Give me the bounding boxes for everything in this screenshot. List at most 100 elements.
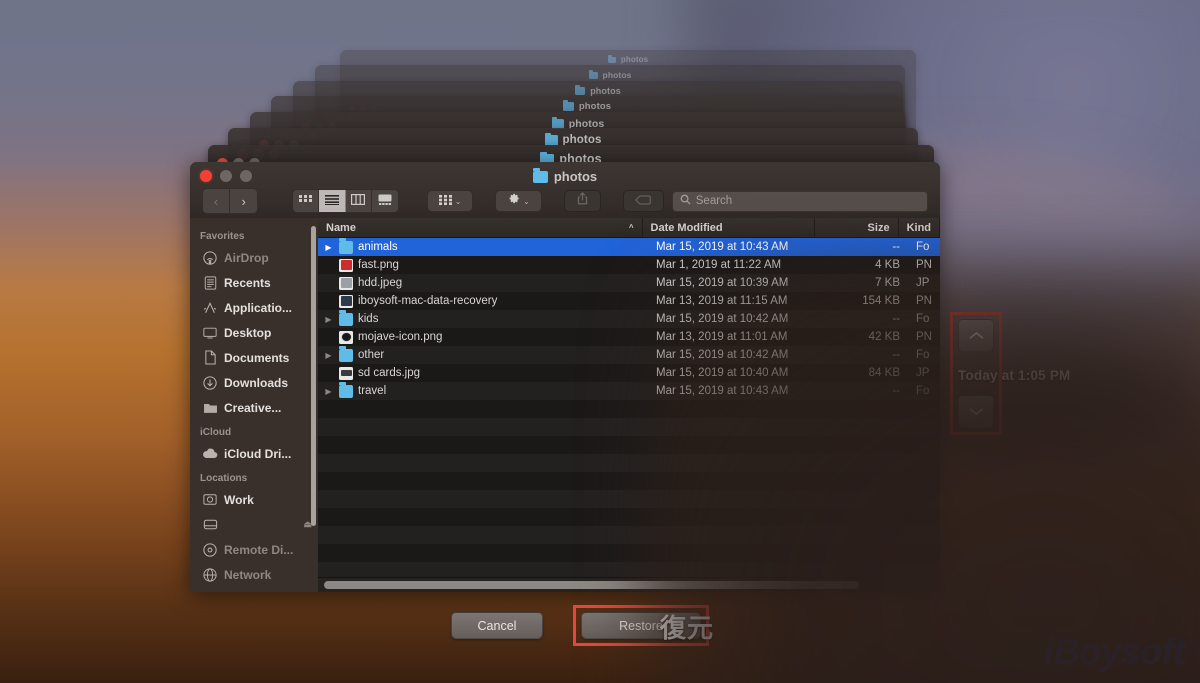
sidebar-item-airdrop[interactable]: AirDrop <box>190 245 318 270</box>
cell-date-modified: Mar 15, 2019 at 10:42 AM <box>648 310 823 328</box>
cell-kind: Fo <box>908 382 940 400</box>
table-row[interactable]: ▶ other Mar 15, 2019 at 10:42 AM -- Fo <box>318 346 940 364</box>
list-view-button[interactable] <box>319 190 345 212</box>
tags-button[interactable] <box>623 190 664 212</box>
table-row[interactable]: hdd.jpeg Mar 15, 2019 at 10:39 AM 7 KB J… <box>318 274 940 292</box>
sidebar-item-label: Creative... <box>224 401 281 415</box>
sidebar-item-remote-disc[interactable]: Remote Di... <box>190 537 318 562</box>
sidebar-item-documents[interactable]: Documents <box>190 345 318 370</box>
stacked-window-title: photos <box>315 70 905 80</box>
table-row[interactable]: ▶ kids Mar 15, 2019 at 10:42 AM -- Fo <box>318 310 940 328</box>
back-button[interactable]: ‹ <box>203 189 230 213</box>
action-menu-button[interactable]: ⌄ <box>495 190 541 212</box>
table-row[interactable]: iboysoft-mac-data-recovery Mar 13, 2019 … <box>318 292 940 310</box>
downloads-icon <box>202 375 218 391</box>
forward-button[interactable]: › <box>230 189 257 213</box>
window-title: photos <box>190 169 940 184</box>
column-header-name[interactable]: Name ^ <box>318 218 643 237</box>
sidebar-item-desktop[interactable]: Desktop <box>190 320 318 345</box>
timemachine-navigation-highlight <box>950 312 1002 435</box>
file-name: fast.png <box>358 259 399 271</box>
empty-row <box>318 454 940 472</box>
stacked-window-title-text: photos <box>603 70 632 80</box>
cell-size: 7 KB <box>823 274 908 292</box>
gallery-view-button[interactable] <box>372 190 398 212</box>
cell-kind: PN <box>908 328 940 346</box>
stacked-window-title: photos <box>271 101 903 112</box>
share-button[interactable] <box>564 190 601 212</box>
timemachine-next-backup-button[interactable] <box>958 395 994 428</box>
sidebar-item-applications[interactable]: Applicatio... <box>190 295 318 320</box>
sidebar-item-label: Recents <box>224 276 271 290</box>
disclosure-triangle-icon[interactable]: ▶ <box>323 351 334 360</box>
airdrop-icon <box>202 250 218 266</box>
chevron-down-icon: ⌄ <box>455 197 462 206</box>
disclosure-triangle-icon[interactable]: ▶ <box>323 315 334 324</box>
share-icon <box>577 192 588 210</box>
timemachine-date-label: Today at 1:05 PM <box>958 368 1070 383</box>
cell-size: 4 KB <box>823 256 908 274</box>
timemachine-previous-backup-button[interactable] <box>958 319 994 352</box>
empty-row <box>318 490 940 508</box>
sidebar-item-work[interactable]: Work <box>190 487 318 512</box>
column-header-date-modified[interactable]: Date Modified <box>643 218 815 237</box>
cell-date-modified: Mar 15, 2019 at 10:43 AM <box>648 238 823 256</box>
stacked-window-title: photos <box>293 86 903 96</box>
sidebar-item-recents[interactable]: Recents <box>190 270 318 295</box>
arrange-button[interactable]: ⌄ <box>427 190 473 212</box>
cell-date-modified: Mar 15, 2019 at 10:42 AM <box>648 346 823 364</box>
folder-icon <box>202 400 218 416</box>
empty-row <box>318 508 940 526</box>
finder-titlebar: photos ‹ › <box>190 162 940 218</box>
restore-button[interactable]: Restore <box>581 612 701 639</box>
horizontal-scrollbar-thumb[interactable] <box>324 581 859 589</box>
table-row[interactable]: fast.png Mar 1, 2019 at 11:22 AM 4 KB PN <box>318 256 940 274</box>
cell-size: 42 KB <box>823 328 908 346</box>
documents-icon <box>202 350 218 366</box>
column-header-size[interactable]: Size <box>815 218 899 237</box>
restore-annotation-japanese: 復元 <box>660 608 714 645</box>
cell-kind: PN <box>908 292 940 310</box>
sidebar-section-locations-header: Locations <box>190 466 318 487</box>
disclosure-triangle-icon[interactable]: ▶ <box>323 387 334 396</box>
disclosure-triangle-icon[interactable]: ▶ <box>323 243 334 252</box>
finder-window[interactable]: photos ‹ › <box>190 162 940 592</box>
cell-name: hdd.jpeg <box>318 274 648 292</box>
cell-kind: Fo <box>908 238 940 256</box>
table-row[interactable]: mojave-icon.png Mar 13, 2019 at 11:01 AM… <box>318 328 940 346</box>
sidebar-section-icloud-header: iCloud <box>190 420 318 441</box>
gallery-view-icon <box>378 192 392 210</box>
sidebar-item-network[interactable]: Network <box>190 562 318 587</box>
cancel-button[interactable]: Cancel <box>451 612 543 639</box>
icon-view-button[interactable] <box>293 190 319 212</box>
screenshot-image-icon <box>339 295 353 308</box>
search-field[interactable]: Search <box>672 191 928 212</box>
search-input[interactable]: Search <box>696 195 732 207</box>
tag-icon <box>635 192 651 210</box>
table-row[interactable]: ▶ animals Mar 15, 2019 at 10:43 AM -- Fo <box>318 238 940 256</box>
sidebar-item-downloads[interactable]: Downloads <box>190 370 318 395</box>
file-name: sd cards.jpg <box>358 367 420 379</box>
horizontal-scrollbar[interactable] <box>318 577 940 592</box>
file-name: other <box>358 349 384 361</box>
column-view-button[interactable] <box>346 190 372 212</box>
sidebar-item-external-drive[interactable]: ⏏ <box>190 512 318 537</box>
cell-size: -- <box>823 238 908 256</box>
table-row[interactable]: ▶ travel Mar 15, 2019 at 10:43 AM -- Fo <box>318 382 940 400</box>
cell-name: fast.png <box>318 256 648 274</box>
sidebar-item-creative[interactable]: Creative... <box>190 395 318 420</box>
cell-date-modified: Mar 15, 2019 at 10:39 AM <box>648 274 823 292</box>
sidebar-item-label: Desktop <box>224 326 271 340</box>
column-header-kind[interactable]: Kind <box>899 218 940 237</box>
sidebar-scrollbar[interactable] <box>311 226 316 526</box>
cell-name: ▶ kids <box>318 310 648 328</box>
empty-row <box>318 544 940 562</box>
cell-date-modified: Mar 15, 2019 at 10:40 AM <box>648 364 823 382</box>
arrange-icon <box>439 192 452 210</box>
gear-icon <box>507 192 520 210</box>
sidebar-item-icloud-drive[interactable]: iCloud Dri... <box>190 441 318 466</box>
finder-toolbar: ‹ › <box>190 186 940 216</box>
empty-row <box>318 418 940 436</box>
table-row[interactable]: sd cards.jpg Mar 15, 2019 at 10:40 AM 84… <box>318 364 940 382</box>
cell-name: sd cards.jpg <box>318 364 648 382</box>
